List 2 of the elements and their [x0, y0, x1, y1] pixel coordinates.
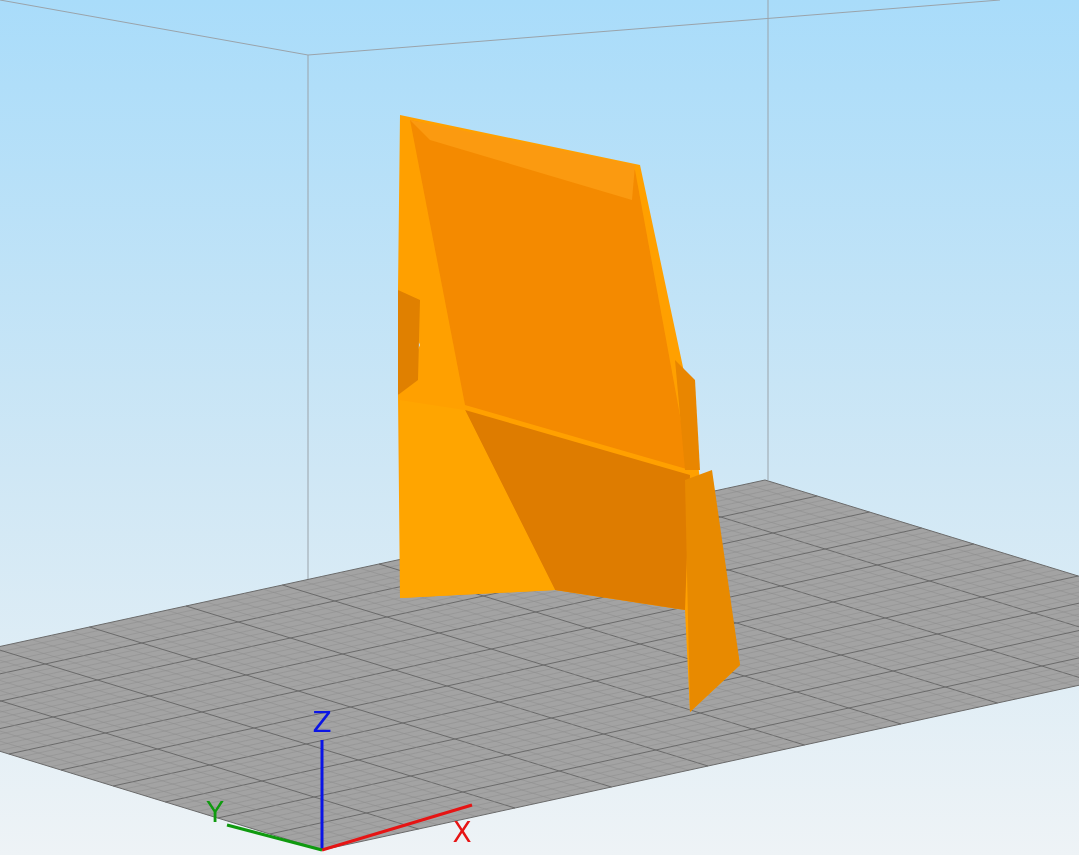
axis-label: X	[452, 816, 472, 849]
axis-label: Z	[312, 706, 332, 739]
